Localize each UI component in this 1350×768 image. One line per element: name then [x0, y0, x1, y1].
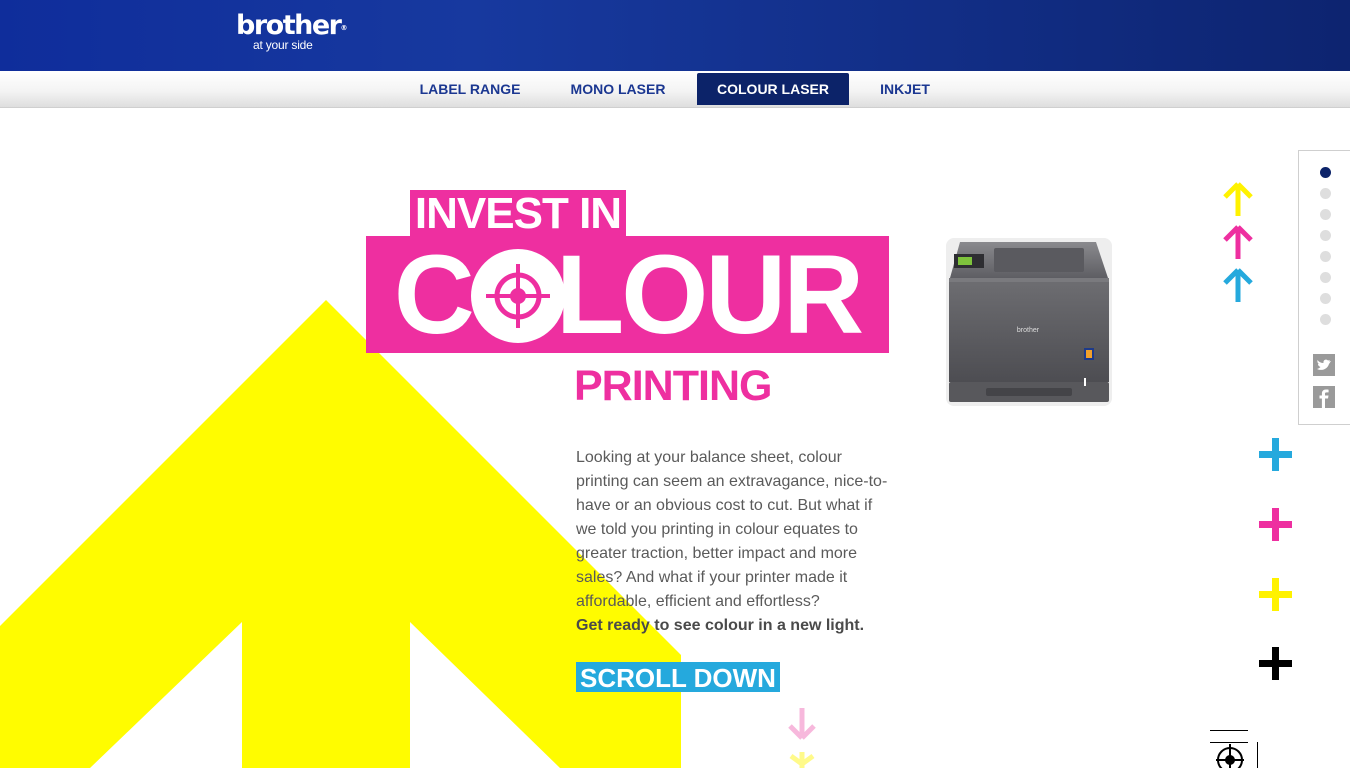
yellow-plus-icon [1259, 578, 1292, 611]
site-header: brother® at your side [0, 0, 1350, 71]
facebook-icon[interactable] [1313, 386, 1335, 408]
pink-down-arrow-icon [788, 708, 816, 740]
section-dot-7[interactable] [1320, 293, 1331, 304]
cyan-plus-icon [1259, 438, 1292, 471]
printer-brand-label: brother [1017, 327, 1040, 334]
nav-inkjet[interactable]: INKJET [866, 73, 944, 105]
section-dot-6[interactable] [1320, 272, 1331, 283]
main-nav: LABEL RANGE MONO LASER COLOUR LASER INKJ… [0, 71, 1350, 108]
yellow-up-arrow-icon [1223, 182, 1253, 216]
black-plus-icon [1259, 647, 1292, 680]
twitter-icon[interactable] [1313, 354, 1335, 376]
intro-strong: Get ready to see colour in a new light. [576, 617, 865, 634]
intro-text: Looking at your balance sheet, colour pr… [576, 446, 888, 638]
section-dot-1[interactable] [1320, 167, 1331, 178]
cyan-up-arrow-icon [1223, 268, 1253, 302]
registration-mark-icon [1210, 730, 1258, 768]
cmyk-plus-icons [1259, 438, 1292, 680]
section-sidebar [1298, 150, 1350, 425]
colour-laser-printer-image: brother [946, 238, 1112, 406]
section-dot-2[interactable] [1320, 188, 1331, 199]
scroll-down-button[interactable]: SCROLL DOWN [576, 662, 780, 693]
yellow-down-arrow-icon [789, 752, 815, 768]
headline-colour: COLOUR [393, 232, 864, 357]
nav-mono-laser[interactable]: MONO LASER [558, 73, 678, 105]
section-dot-3[interactable] [1320, 209, 1331, 220]
intro-paragraph: Looking at your balance sheet, colour pr… [576, 449, 888, 610]
cmy-up-arrows [1223, 182, 1253, 302]
section-dot-4[interactable] [1320, 230, 1331, 241]
logo-wordmark: brother® [236, 10, 348, 41]
section-dot-8[interactable] [1320, 314, 1331, 325]
headline-colour-block: COLOUR [366, 232, 889, 357]
magenta-plus-icon [1259, 508, 1292, 541]
magenta-up-arrow-icon [1223, 225, 1253, 259]
headline-printing: PRINTING [574, 362, 772, 410]
section-dot-5[interactable] [1320, 251, 1331, 262]
down-arrows [788, 708, 816, 768]
nav-label-range[interactable]: LABEL RANGE [410, 73, 530, 105]
target-icon [471, 249, 565, 343]
headline-invest-in: INVEST IN [410, 190, 626, 238]
brother-logo[interactable]: brother® at your side [236, 10, 348, 53]
nav-colour-laser[interactable]: COLOUR LASER [697, 73, 849, 105]
